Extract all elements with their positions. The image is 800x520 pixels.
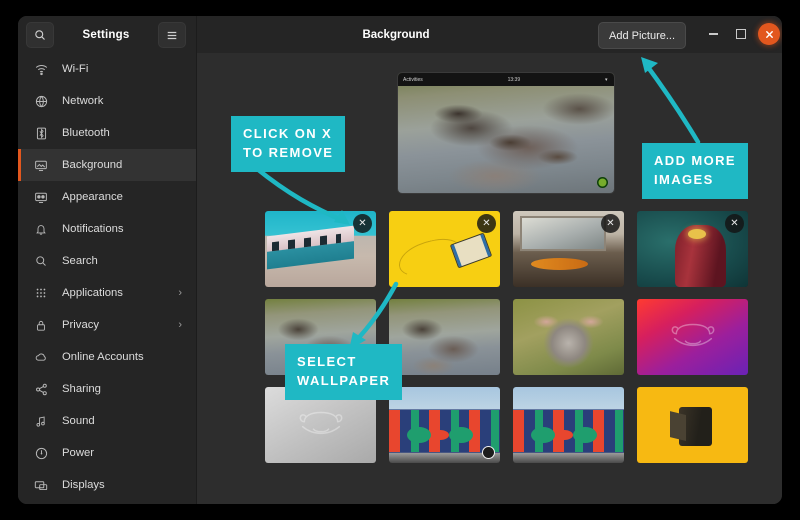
add-picture-button[interactable]: Add Picture... <box>598 22 687 49</box>
sidebar-item-label: Search <box>62 255 98 267</box>
annotation-add-more-images: ADD MORE IMAGES <box>642 143 748 199</box>
search-icon[interactable] <box>26 22 54 48</box>
sidebar-item-online-accounts[interactable]: Online Accounts <box>18 341 196 373</box>
sidebar-item-label: Applications <box>62 287 123 299</box>
preview-clock: 13:39 <box>507 76 521 83</box>
applications-icon <box>32 285 50 301</box>
thumbnail-art <box>513 387 624 463</box>
annotation-arrow-to-remove-x <box>253 165 350 225</box>
sidebar-item-label: Displays <box>62 479 105 491</box>
header-bar: Settings Background Add Picture... <box>18 16 782 54</box>
sidebar-item-label: Network <box>62 95 104 107</box>
sidebar-item-label: Appearance <box>62 191 123 203</box>
preview-wallpaper <box>398 73 614 193</box>
page-title: Background <box>362 28 430 41</box>
cloud-icon <box>32 349 50 365</box>
sidebar-item-label: Online Accounts <box>62 351 144 363</box>
sidebar-item-background[interactable]: Background <box>18 149 196 181</box>
bluetooth-icon <box>32 125 50 141</box>
wallpaper-thumbnail-desk-record-player[interactable]: ✕ <box>513 211 624 287</box>
annotation-click-on-x: CLICK ON X TO REMOVE <box>231 116 346 172</box>
wallpaper-thumbnail-film-canister[interactable] <box>637 387 748 463</box>
sidebar-item-appearance[interactable]: Appearance <box>18 181 196 213</box>
sidebar-item-power[interactable]: Power <box>18 437 196 469</box>
sidebar-item-label: Notifications <box>62 223 124 235</box>
sidebar-item-notifications[interactable]: Notifications <box>18 213 196 245</box>
search-icon <box>32 253 50 269</box>
app-title: Settings <box>82 28 130 41</box>
maximize-button[interactable] <box>730 23 752 45</box>
wallpaper-thumbnail-yellow-cassette[interactable]: ✕ <box>389 211 500 287</box>
chevron-right-icon[interactable]: › <box>178 287 182 299</box>
thumbnail-art <box>637 387 748 463</box>
power-icon <box>32 445 50 461</box>
sidebar-item-label: Privacy <box>62 319 100 331</box>
sidebar-item-wi-fi[interactable]: Wi-Fi <box>18 53 196 85</box>
sidebar-item-label: Sharing <box>62 383 101 395</box>
hamburger-menu-icon[interactable] <box>158 22 186 48</box>
annotation-arrow-to-add-picture <box>641 57 701 145</box>
thumbnail-art <box>637 299 748 375</box>
remove-wallpaper-button[interactable]: ✕ <box>477 214 496 233</box>
notifications-icon <box>32 221 50 237</box>
wallpaper-thumbnail-purple-hippo-logo[interactable] <box>637 299 748 375</box>
chevron-right-icon[interactable]: › <box>178 319 182 331</box>
sidebar-item-bluetooth[interactable]: Bluetooth <box>18 117 196 149</box>
appearance-icon <box>32 189 50 205</box>
sidebar-item-label: Sound <box>62 415 95 427</box>
background-icon <box>32 157 50 173</box>
wallpaper-thumbnail-red-dalek[interactable]: ✕ <box>637 211 748 287</box>
wallpaper-thumbnail-mural-wall-a[interactable] <box>389 387 500 463</box>
share-icon <box>32 381 50 397</box>
sidebar-item-applications[interactable]: Applications › <box>18 277 196 309</box>
sidebar-item-displays[interactable]: Displays <box>18 469 196 501</box>
wallpaper-thumbnail-hippo-face[interactable] <box>513 299 624 375</box>
hippo-logo-icon <box>671 323 714 347</box>
displays-icon <box>32 477 50 493</box>
sidebar-item-privacy[interactable]: Privacy › <box>18 309 196 341</box>
ubuntu-logo-icon <box>597 177 608 188</box>
wallpaper-thumbnail-mural-wall-b[interactable] <box>513 387 624 463</box>
lock-icon <box>32 317 50 333</box>
hippo-logo-icon <box>299 411 342 435</box>
settings-window: Settings Background Add Picture... Wi-Fi… <box>18 16 782 504</box>
selected-indicator-icon <box>482 446 495 459</box>
annotation-select-wallpaper: SELECT WALLPAPER <box>285 344 403 400</box>
wifi-icon <box>32 61 50 77</box>
sidebar-item-label: Power <box>62 447 95 459</box>
thumbnail-art <box>513 299 624 375</box>
network-icon <box>32 93 50 109</box>
sidebar-item-sound[interactable]: Sound <box>18 405 196 437</box>
remove-wallpaper-button[interactable]: ✕ <box>725 214 744 233</box>
sidebar-item-network[interactable]: Network <box>18 85 196 117</box>
close-button[interactable] <box>758 23 780 45</box>
sidebar-item-sharing[interactable]: Sharing <box>18 373 196 405</box>
desktop-preview[interactable]: Activities 13:39 ▾ <box>397 72 615 194</box>
minimize-button[interactable] <box>702 23 724 45</box>
preview-topbar: Activities 13:39 ▾ <box>398 73 614 86</box>
remove-wallpaper-button[interactable]: ✕ <box>601 214 620 233</box>
sidebar-item-label: Background <box>62 159 123 171</box>
sidebar-item-label: Wi-Fi <box>62 63 89 75</box>
sidebar-item-search[interactable]: Search <box>18 245 196 277</box>
sidebar: Wi-Fi Network Bluetooth Background Appearanc… <box>18 53 197 504</box>
sound-icon <box>32 413 50 429</box>
sidebar-item-label: Bluetooth <box>62 127 110 139</box>
preview-status-icons: ▾ <box>604 76 609 83</box>
preview-activities-label: Activities <box>403 76 423 83</box>
